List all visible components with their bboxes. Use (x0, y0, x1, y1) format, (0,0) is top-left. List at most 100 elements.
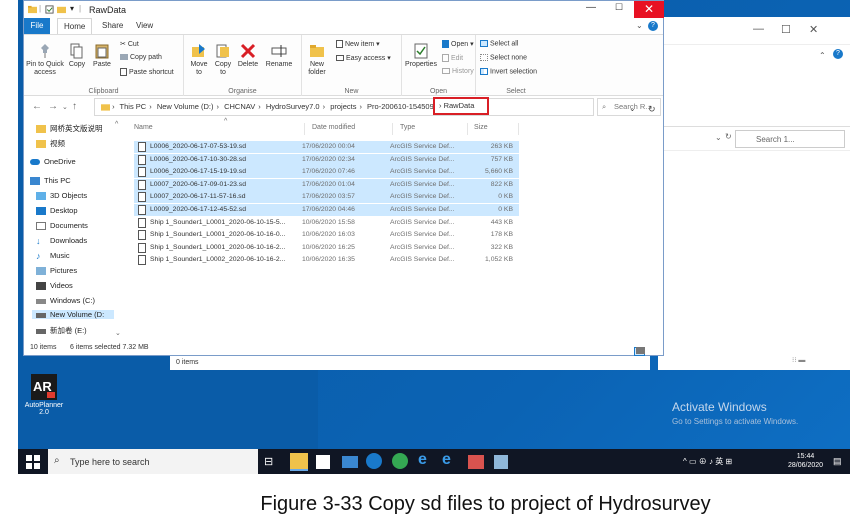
help-icon[interactable]: ? (648, 21, 658, 31)
bg-refresh-icon[interactable]: ↻ (725, 132, 732, 141)
nav-item-video-folder[interactable]: 视频 (36, 138, 65, 149)
current-folder-highlight[interactable]: › RawData (433, 97, 489, 115)
nav-item-videos[interactable]: Videos (36, 281, 73, 291)
file-row[interactable]: L0006_2020-06-17-07-53-19.sd 17/06/2020 0… (134, 141, 519, 153)
nav-item-3d-objects[interactable]: 3D Objects (36, 191, 87, 201)
new-item-button[interactable]: New item ▾ (336, 40, 380, 49)
file-row[interactable]: L0009_2020-06-17-12-45-52.sd 17/06/2020 0… (134, 204, 519, 216)
copy-button[interactable]: Copy (66, 43, 88, 69)
scroll-down-icon[interactable]: ⌄ (115, 329, 121, 337)
nav-item-this-pc[interactable]: This PC (30, 176, 71, 186)
new-folder-quick-icon[interactable] (57, 5, 66, 14)
app-icon-2[interactable] (494, 455, 508, 469)
cut-button[interactable]: ✂ Cut (120, 40, 139, 48)
bg-minimize-button[interactable]: — (753, 23, 764, 35)
bg-view-icons[interactable]: ⁝⁝ ▬ (792, 356, 805, 364)
nav-item-windows-c[interactable]: Windows (C:) (36, 296, 95, 305)
delete-button[interactable]: Delete (236, 43, 260, 69)
file-row[interactable]: L0006_2020-06-17-15-19-19.sd 17/06/2020 0… (134, 166, 519, 179)
crumb-rawdata[interactable]: RawData (444, 101, 475, 110)
column-name[interactable]: Name (134, 124, 153, 131)
invert-selection-button[interactable]: Invert selection (480, 68, 537, 75)
crumb-chcnav[interactable]: CHCNAV (224, 102, 255, 111)
customize-quick-access-icon[interactable]: ▾ (70, 4, 74, 13)
nav-item-documents[interactable]: Documents (36, 221, 88, 231)
task-view-icon[interactable]: ⊟ (264, 453, 282, 471)
edge-icon[interactable]: e (418, 451, 436, 469)
tab-share[interactable]: Share (102, 21, 123, 30)
tab-view[interactable]: View (136, 21, 153, 30)
bg-search-input[interactable]: Search 1... (735, 130, 845, 148)
file-row[interactable]: L0007_2020-06-17-11-57-16.sd 17/06/2020 0… (134, 191, 519, 204)
column-type[interactable]: Type (400, 124, 415, 131)
nav-item-volume-e[interactable]: 新加卷 (E:) (36, 325, 87, 336)
nav-item-music[interactable]: ♪ Music (36, 251, 70, 261)
nav-item-new-volume-d[interactable]: New Volume (D: (32, 310, 114, 319)
paste-shortcut-button[interactable]: Paste shortcut (120, 68, 174, 76)
crumb-new-volume[interactable]: New Volume (D:) (157, 102, 214, 111)
address-bar[interactable]: › This PC › New Volume (D:) › CHCNAV › Hydr… (94, 97, 656, 116)
scroll-up-icon[interactable]: ^ (115, 121, 118, 128)
copy-path-button[interactable]: Copy path (120, 54, 162, 61)
pin-quick-access-button[interactable]: Pin to Quick access (26, 43, 64, 77)
windows-start-icon[interactable] (26, 455, 40, 469)
select-all-button[interactable]: Select all (480, 40, 518, 47)
search-input[interactable]: ⌕ Search R... (597, 98, 661, 116)
file-row[interactable]: Ship 1_Sounder1_L0001_2020-06-10-15-5...… (134, 217, 519, 229)
crumb-project-folder[interactable]: Pro-200610-154509 (367, 102, 434, 111)
easy-access-button[interactable]: Easy access ▾ (336, 54, 391, 62)
crumb-this-pc[interactable]: This PC (120, 102, 147, 111)
copy-to-button[interactable]: Copy to (212, 43, 234, 77)
autoplanner-desktop-shortcut[interactable]: AR AutoPlanner 2.0 (24, 374, 64, 416)
new-folder-button[interactable]: New folder (304, 43, 330, 77)
file-explorer-taskbar-icon[interactable] (290, 453, 308, 471)
notification-icon[interactable]: ▤ (833, 456, 842, 467)
open-button[interactable]: Open ▾ (442, 40, 474, 49)
explorer-window[interactable]: | ▾ | RawData — ☐ ✕ File Home Share View… (23, 0, 664, 356)
history-button[interactable]: History (442, 68, 474, 75)
volume-icon[interactable]: ♪ (709, 457, 713, 466)
tab-home[interactable]: Home (57, 18, 93, 34)
file-row[interactable]: Ship 1_Sounder1_L0001_2020-06-10-16-2...… (134, 242, 519, 254)
internet-explorer-icon[interactable]: e (442, 451, 460, 469)
chrome-icon[interactable] (392, 453, 408, 469)
nav-item-bridge-doc[interactable]: 网桥英文版说明 (36, 123, 103, 134)
store-icon[interactable] (316, 455, 330, 469)
network-icon[interactable]: ⊕ (699, 457, 707, 466)
tab-file[interactable]: File (24, 18, 50, 34)
crumb-hydrosurvey[interactable]: HydroSurvey7.0 (266, 102, 320, 111)
input-language[interactable]: 英 (715, 457, 723, 466)
taskbar-search-input[interactable]: ⌕ Type here to search (48, 449, 258, 474)
battery-icon[interactable]: ▭ (689, 457, 697, 466)
mail-icon[interactable] (342, 456, 358, 468)
media-player-icon[interactable] (366, 453, 382, 469)
properties-button[interactable]: Properties (404, 43, 438, 69)
properties-quick-icon[interactable] (45, 5, 54, 14)
background-explorer-window[interactable]: — ☐ ✕ ⌃ ? ⌄ ↻ Search 1... (658, 17, 850, 349)
tray-chevron-icon[interactable]: ^ (683, 457, 687, 466)
nav-scrollbar[interactable]: ^ ⌄ (114, 119, 124, 341)
collapse-ribbon-icon[interactable]: ⌄ (636, 21, 643, 30)
bg-close-button[interactable]: ✕ (809, 23, 818, 36)
forward-arrow-icon[interactable]: → (48, 101, 58, 112)
input-mode-icon[interactable]: ⊞ (726, 457, 733, 466)
select-none-button[interactable]: Select none (480, 54, 527, 61)
column-date-modified[interactable]: Date modified (312, 124, 355, 131)
up-arrow-icon[interactable]: ↑ (72, 101, 77, 112)
nav-item-desktop[interactable]: Desktop (36, 206, 78, 216)
file-row[interactable]: L0007_2020-06-17-09-01-23.sd 17/06/2020 0… (134, 178, 519, 191)
edit-button[interactable]: Edit (442, 54, 463, 62)
close-button[interactable]: ✕ (634, 1, 664, 18)
move-to-button[interactable]: Move to (188, 43, 210, 77)
maximize-button[interactable]: ☐ (610, 2, 628, 16)
rename-button[interactable]: Rename (264, 43, 294, 69)
large-icons-view-icon[interactable] (636, 347, 645, 354)
bg-collapse-icon[interactable]: ⌃ (819, 51, 826, 60)
recent-locations-icon[interactable]: ⌄ (62, 103, 68, 111)
file-row[interactable]: Ship 1_Sounder1_L0001_2020-06-10-16-0...… (134, 229, 519, 241)
nav-item-onedrive[interactable]: OneDrive (30, 157, 76, 166)
crumb-projects[interactable]: projects (330, 102, 356, 111)
bg-help-icon[interactable]: ? (833, 49, 843, 59)
app-icon[interactable] (468, 455, 484, 469)
column-size[interactable]: Size (474, 124, 488, 131)
